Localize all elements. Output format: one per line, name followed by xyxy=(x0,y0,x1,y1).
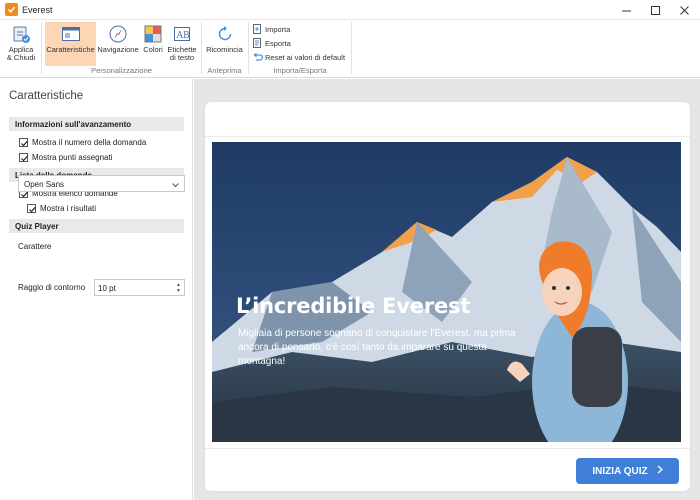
refresh-icon xyxy=(215,24,235,44)
palette-icon xyxy=(143,24,163,44)
properties-panel: Caratteristiche Informazioni sull'avanza… xyxy=(0,79,193,500)
font-label: Carattere xyxy=(18,242,52,251)
svg-text:AB: AB xyxy=(176,31,190,41)
features-window-icon xyxy=(61,24,81,44)
import-icon xyxy=(253,24,262,34)
border-radius-label: Raggio di contorno xyxy=(18,283,86,292)
checkbox-box[interactable] xyxy=(27,203,36,213)
maximize-button[interactable] xyxy=(641,0,669,20)
chevron-right-icon xyxy=(657,465,663,477)
text-label-icon: AB xyxy=(172,24,192,44)
text-labels-label: Etichette di testo xyxy=(167,45,197,62)
section-progress: Informazioni sull'avanzamento xyxy=(9,117,184,131)
panel-title: Caratteristiche xyxy=(9,90,84,102)
export-label: Esporta xyxy=(265,38,291,48)
tab-features[interactable]: Caratteristiche xyxy=(45,22,96,66)
chevron-down-icon xyxy=(172,181,179,190)
minimize-button[interactable] xyxy=(612,0,640,20)
restart-button[interactable]: Ricomincia xyxy=(205,22,244,66)
hero-image xyxy=(212,142,681,442)
card-header-divider xyxy=(205,136,690,137)
reset-defaults-button[interactable]: Reset ai valori di default xyxy=(253,51,345,63)
group-preview: Anteprima xyxy=(207,66,242,75)
checkbox-box[interactable] xyxy=(19,137,28,147)
restart-label: Ricomincia xyxy=(206,45,243,54)
reset-defaults-label: Reset ai valori di default xyxy=(265,52,346,62)
checkbox-label: Mostra punti assegnati xyxy=(32,152,113,162)
checkbox-show-question-number[interactable]: Mostra il numero della domanda xyxy=(19,136,146,148)
features-label: Caratteristiche xyxy=(46,45,95,54)
undo-icon xyxy=(253,52,264,62)
checkbox-box[interactable] xyxy=(19,152,28,162)
start-quiz-label: INIZIA QUIZ xyxy=(592,465,648,477)
group-customization: Personalizzazione xyxy=(91,66,152,75)
checkbox-show-points[interactable]: Mostra punti assegnati xyxy=(19,151,113,163)
app-logo-icon xyxy=(5,3,18,16)
save-close-icon xyxy=(11,24,31,44)
navigation-label: Navigazione xyxy=(97,45,139,54)
checkbox-label: Mostra il numero della domanda xyxy=(32,137,147,147)
border-radius-value: 10 pt xyxy=(98,284,116,293)
compass-icon xyxy=(108,24,128,44)
title-bar: Everest xyxy=(0,0,700,20)
hero-title: L’incredibile Everest xyxy=(236,294,471,318)
import-button[interactable]: Importa xyxy=(253,23,290,35)
hero-description: Migliaia di persone sognano di conquista… xyxy=(238,328,516,367)
border-radius-stepper[interactable]: 10 pt ▲ ▼ xyxy=(94,279,185,296)
font-select[interactable]: Open Sans xyxy=(18,175,185,192)
tab-navigation[interactable]: Navigazione xyxy=(97,22,139,66)
apply-close-button[interactable]: Applica & Chiudi xyxy=(3,22,39,66)
section-quiz-player: Quiz Player xyxy=(9,219,184,233)
font-select-value: Open Sans xyxy=(24,180,65,189)
tab-text-labels[interactable]: AB Etichette di testo xyxy=(166,22,198,66)
stepper-arrows-icon[interactable]: ▲ ▼ xyxy=(176,282,181,294)
checkbox-show-results[interactable]: Mostra i risultati xyxy=(27,202,96,214)
card-footer-divider xyxy=(205,448,690,449)
group-import-export: Importa/Esporta xyxy=(273,66,327,75)
ribbon: Applica & Chiudi Caratteristiche Navigaz… xyxy=(0,20,700,78)
checkbox-label: Mostra i risultati xyxy=(40,203,97,213)
apply-close-label: Applica & Chiudi xyxy=(6,45,36,62)
close-button[interactable] xyxy=(670,0,698,20)
start-quiz-button[interactable]: INIZIA QUIZ xyxy=(576,458,679,484)
import-label: Importa xyxy=(265,24,291,34)
window-title: Everest xyxy=(22,5,53,15)
tab-colors[interactable]: Colori xyxy=(141,22,165,66)
colors-label: Colori xyxy=(143,45,163,54)
export-button[interactable]: Esporta xyxy=(253,37,291,49)
export-icon xyxy=(253,38,262,48)
